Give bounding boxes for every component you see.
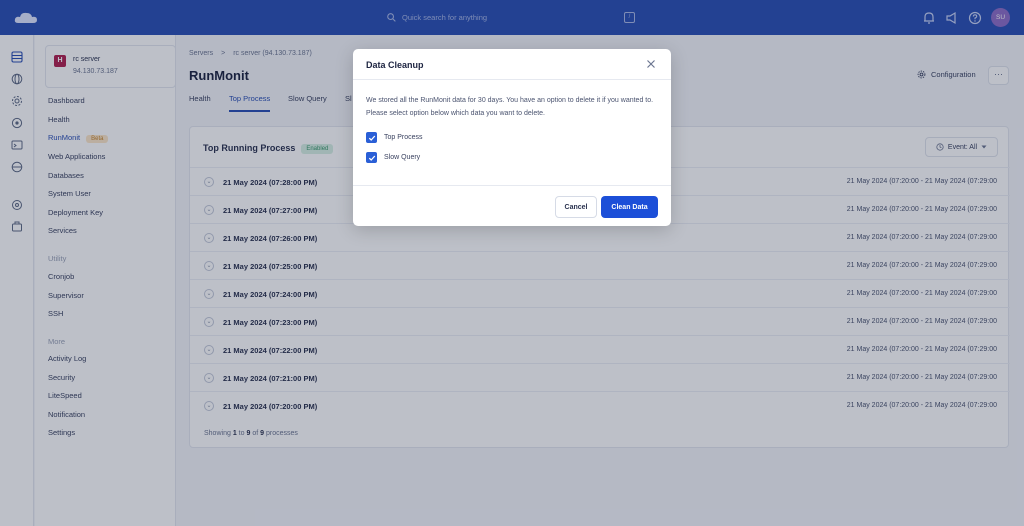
checkbox-checked[interactable] (366, 152, 377, 163)
option-top-process[interactable]: Top Process (366, 132, 423, 143)
check-icon (368, 135, 375, 141)
dialog-title: Data Cleanup (366, 60, 424, 70)
cancel-button[interactable]: Cancel (555, 196, 597, 218)
clean-data-button[interactable]: Clean Data (601, 196, 658, 218)
check-icon (368, 155, 375, 161)
divider (353, 185, 671, 186)
option-slow-query[interactable]: Slow Query (366, 152, 420, 163)
data-cleanup-dialog: Data Cleanup We stored all the RunMonit … (353, 49, 671, 226)
dialog-description: We stored all the RunMonit data for 30 d… (366, 97, 654, 117)
option-label: Top Process (384, 134, 423, 141)
checkbox-checked[interactable] (366, 132, 377, 143)
divider (353, 79, 671, 80)
option-label: Slow Query (384, 154, 421, 161)
close-icon[interactable] (645, 58, 657, 70)
